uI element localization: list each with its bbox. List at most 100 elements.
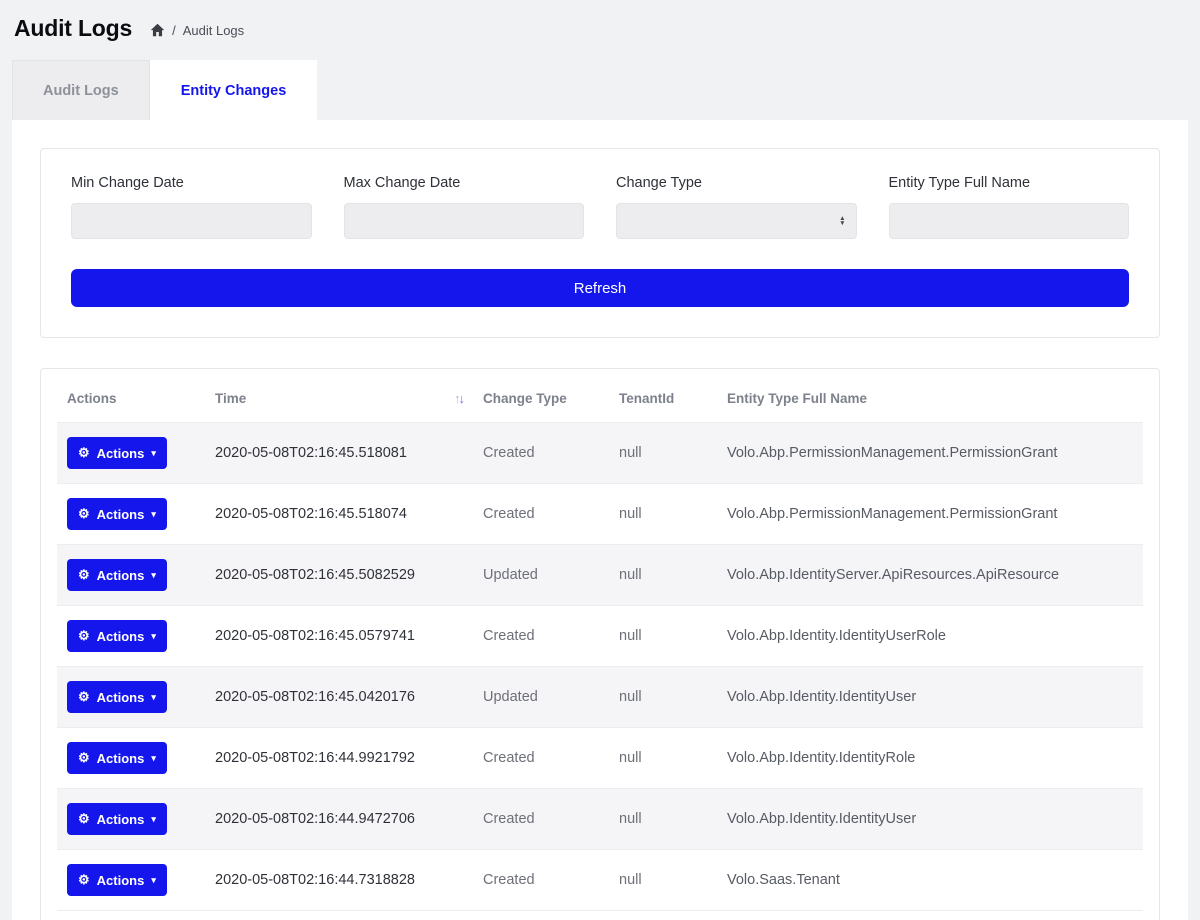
entity-changes-table: Actions Time ↑↓ Change Type TenantId Ent…: [57, 373, 1143, 911]
change-type-cell: Created: [473, 850, 609, 911]
tab-entity-changes[interactable]: Entity Changes: [150, 60, 318, 120]
entity-type-label: Entity Type Full Name: [889, 175, 1130, 191]
change-type-cell: Updated: [473, 545, 609, 606]
gear-icon: ⚙: [78, 567, 90, 583]
entity-type-cell: Volo.Abp.Identity.IdentityRole: [717, 728, 1143, 789]
actions-cell: ⚙ Actions ▾: [57, 484, 205, 545]
row-actions-button[interactable]: ⚙ Actions ▾: [67, 437, 167, 469]
change-type-select[interactable]: ▲▼: [616, 203, 857, 239]
table-row: ⚙ Actions ▾ 2020-05-08T02:16:45.518074 C…: [57, 484, 1143, 545]
row-actions-label: Actions: [97, 751, 145, 766]
table-body: ⚙ Actions ▾ 2020-05-08T02:16:45.518081 C…: [57, 423, 1143, 911]
time-cell: 2020-05-08T02:16:45.0420176: [205, 667, 473, 728]
tab-content-panel: Min Change Date Max Change Date Change T…: [12, 120, 1188, 920]
gear-icon: ⚙: [78, 445, 90, 461]
table-header-row: Actions Time ↑↓ Change Type TenantId Ent…: [57, 373, 1143, 423]
row-actions-button[interactable]: ⚙ Actions ▾: [67, 559, 167, 591]
table-card: Actions Time ↑↓ Change Type TenantId Ent…: [40, 368, 1160, 920]
filter-card: Min Change Date Max Change Date Change T…: [40, 148, 1160, 338]
actions-cell: ⚙ Actions ▾: [57, 789, 205, 850]
time-cell: 2020-05-08T02:16:45.518074: [205, 484, 473, 545]
time-cell: 2020-05-08T02:16:45.0579741: [205, 606, 473, 667]
change-type-cell: Created: [473, 423, 609, 484]
tab-audit-logs[interactable]: Audit Logs: [12, 60, 150, 120]
filter-field-change-type: Change Type ▲▼: [616, 175, 857, 239]
change-type-cell: Updated: [473, 667, 609, 728]
caret-down-icon: ▾: [151, 448, 156, 459]
tenantid-cell: null: [609, 667, 717, 728]
col-time[interactable]: Time ↑↓: [205, 373, 473, 423]
gear-icon: ⚙: [78, 689, 90, 705]
tab-bar: Audit Logs Entity Changes: [12, 60, 1188, 120]
caret-down-icon: ▾: [151, 631, 156, 642]
row-actions-label: Actions: [97, 812, 145, 827]
tenantid-cell: null: [609, 545, 717, 606]
caret-down-icon: ▾: [151, 814, 156, 825]
row-actions-label: Actions: [97, 446, 145, 461]
caret-down-icon: ▾: [151, 692, 156, 703]
row-actions-button[interactable]: ⚙ Actions ▾: [67, 803, 167, 835]
change-type-cell: Created: [473, 789, 609, 850]
row-actions-button[interactable]: ⚙ Actions ▾: [67, 864, 167, 896]
gear-icon: ⚙: [78, 811, 90, 827]
col-time-label: Time: [215, 391, 246, 406]
row-actions-button[interactable]: ⚙ Actions ▾: [67, 742, 167, 774]
table-row: ⚙ Actions ▾ 2020-05-08T02:16:45.5082529 …: [57, 545, 1143, 606]
entity-type-cell: Volo.Abp.PermissionManagement.Permission…: [717, 484, 1143, 545]
row-actions-button[interactable]: ⚙ Actions ▾: [67, 620, 167, 652]
entity-type-cell: Volo.Saas.Tenant: [717, 850, 1143, 911]
table-footer: Show 10 ▲▼ entries Showing 31 to 38 of 3…: [57, 911, 1143, 920]
row-actions-button[interactable]: ⚙ Actions ▾: [67, 681, 167, 713]
actions-cell: ⚙ Actions ▾: [57, 545, 205, 606]
time-cell: 2020-05-08T02:16:45.5082529: [205, 545, 473, 606]
gear-icon: ⚙: [78, 750, 90, 766]
actions-cell: ⚙ Actions ▾: [57, 728, 205, 789]
time-cell: 2020-05-08T02:16:44.9472706: [205, 789, 473, 850]
refresh-button[interactable]: Refresh: [71, 269, 1129, 307]
change-type-cell: Created: [473, 606, 609, 667]
entity-type-cell: Volo.Abp.Identity.IdentityUserRole: [717, 606, 1143, 667]
col-tenantid: TenantId: [609, 373, 717, 423]
sort-icon[interactable]: ↑↓: [454, 391, 463, 406]
col-actions: Actions: [57, 373, 205, 423]
min-change-date-input[interactable]: [71, 203, 312, 239]
time-cell: 2020-05-08T02:16:44.9921792: [205, 728, 473, 789]
actions-cell: ⚙ Actions ▾: [57, 606, 205, 667]
actions-cell: ⚙ Actions ▾: [57, 423, 205, 484]
page: Audit Logs / Audit Logs Audit Logs Entit…: [0, 0, 1200, 920]
table-row: ⚙ Actions ▾ 2020-05-08T02:16:44.9921792 …: [57, 728, 1143, 789]
time-cell: 2020-05-08T02:16:44.7318828: [205, 850, 473, 911]
table-row: ⚙ Actions ▾ 2020-05-08T02:16:44.7318828 …: [57, 850, 1143, 911]
tenantid-cell: null: [609, 789, 717, 850]
col-change-type: Change Type: [473, 373, 609, 423]
breadcrumb-current: Audit Logs: [183, 23, 244, 38]
row-actions-label: Actions: [97, 690, 145, 705]
entity-type-input[interactable]: [889, 203, 1130, 239]
entity-type-cell: Volo.Abp.PermissionManagement.Permission…: [717, 423, 1143, 484]
row-actions-label: Actions: [97, 568, 145, 583]
row-actions-button[interactable]: ⚙ Actions ▾: [67, 498, 167, 530]
change-type-label: Change Type: [616, 175, 857, 191]
caret-down-icon: ▾: [151, 753, 156, 764]
actions-cell: ⚙ Actions ▾: [57, 667, 205, 728]
table-row: ⚙ Actions ▾ 2020-05-08T02:16:45.0420176 …: [57, 667, 1143, 728]
tenantid-cell: null: [609, 728, 717, 789]
gear-icon: ⚙: [78, 872, 90, 888]
tenantid-cell: null: [609, 423, 717, 484]
change-type-cell: Created: [473, 484, 609, 545]
table-row: ⚙ Actions ▾ 2020-05-08T02:16:45.0579741 …: [57, 606, 1143, 667]
entity-type-cell: Volo.Abp.Identity.IdentityUser: [717, 667, 1143, 728]
row-actions-label: Actions: [97, 507, 145, 522]
filter-field-min-change-date: Min Change Date: [71, 175, 312, 239]
max-change-date-input[interactable]: [344, 203, 585, 239]
page-title: Audit Logs: [14, 15, 132, 42]
select-arrows-icon: ▲▼: [839, 216, 845, 226]
caret-down-icon: ▾: [151, 509, 156, 520]
actions-cell: ⚙ Actions ▾: [57, 850, 205, 911]
home-icon[interactable]: [150, 23, 165, 37]
tenantid-cell: null: [609, 484, 717, 545]
table-row: ⚙ Actions ▾ 2020-05-08T02:16:44.9472706 …: [57, 789, 1143, 850]
filter-field-entity-type: Entity Type Full Name: [889, 175, 1130, 239]
entity-type-cell: Volo.Abp.Identity.IdentityUser: [717, 789, 1143, 850]
row-actions-label: Actions: [97, 873, 145, 888]
